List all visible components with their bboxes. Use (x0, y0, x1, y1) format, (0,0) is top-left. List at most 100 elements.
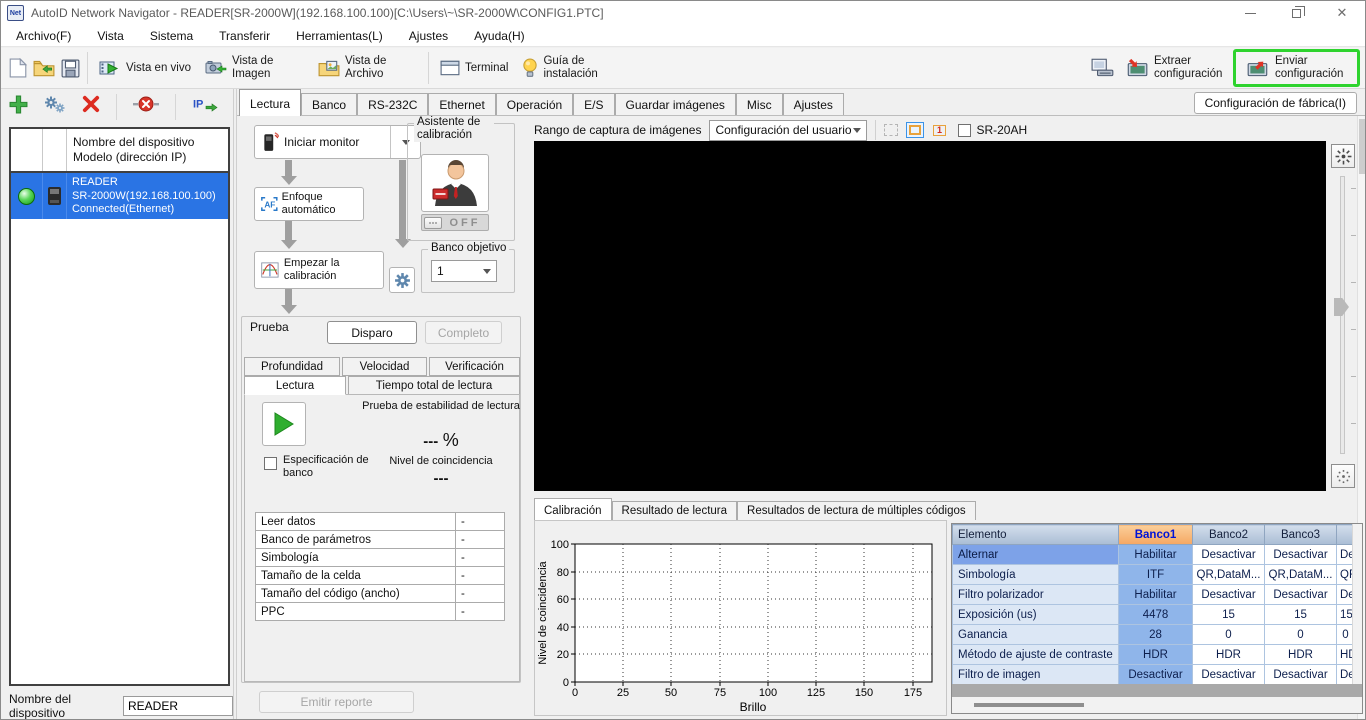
toggle-knob-icon (424, 216, 442, 229)
brightness-max-button[interactable] (1331, 144, 1355, 168)
table-row[interactable]: SimbologíaITFQR,DataM...QR,DataM...QR,Da… (952, 564, 1355, 585)
table-row: Simbología - (255, 548, 505, 567)
menu-vista[interactable]: Vista (84, 27, 136, 45)
open-file-button[interactable] (31, 55, 57, 81)
menu-ayuda[interactable]: Ayuda(H) (461, 27, 537, 45)
extract-config-button[interactable]: Extraer configuración (1118, 53, 1233, 83)
range-none-button[interactable] (882, 122, 900, 138)
image-view-button[interactable]: Vista de Imagen (198, 53, 311, 83)
tab-banco[interactable]: Banco (301, 93, 358, 115)
terminal-button[interactable]: Terminal (433, 57, 515, 79)
table-row: Leer datos - (255, 512, 505, 531)
new-file-button[interactable] (5, 55, 31, 81)
send-config-icon (1247, 61, 1268, 77)
image-view-icon (205, 61, 227, 74)
device-name: READER (72, 176, 118, 188)
install-guide-button[interactable]: Guía de instalación (515, 53, 622, 83)
tab-resultado-lectura[interactable]: Resultado de lectura (611, 501, 738, 520)
scrollbar-thumb[interactable] (974, 703, 1084, 707)
test-tab-lectura[interactable]: Lectura (244, 376, 346, 395)
calibration-assistant-button[interactable] (421, 154, 489, 212)
tab-es[interactable]: E/S (573, 93, 615, 115)
device-settings-button[interactable] (44, 95, 66, 119)
bank-table-vscrollbar[interactable] (1352, 524, 1362, 684)
tab-operacion[interactable]: Operación (495, 93, 574, 115)
restore-button[interactable] (1273, 1, 1319, 25)
device-list: Nombre del dispositivo Modelo (dirección… (9, 127, 230, 686)
svg-text:175: 175 (904, 687, 922, 699)
assistant-toggle[interactable]: OFF (421, 214, 489, 231)
file-view-button[interactable]: Vista de Archivo (311, 53, 424, 83)
test-tab-velocidad[interactable]: Velocidad (342, 357, 427, 376)
device-toolbar: IP (1, 89, 233, 124)
gear-icon (394, 272, 410, 288)
minimize-icon (1244, 12, 1256, 14)
close-button[interactable]: ✕ (1319, 1, 1365, 25)
disconnect-button[interactable] (133, 95, 159, 118)
tab-rs232c[interactable]: RS-232C (357, 93, 429, 115)
save-button[interactable] (57, 55, 83, 81)
target-bank-title: Banco objetivo (428, 242, 510, 255)
numbered-rect-icon: 1 (932, 124, 946, 136)
tab-resultados-multiples[interactable]: Resultados de lectura de múltiples códig… (737, 501, 976, 520)
run-test-button[interactable] (262, 402, 306, 446)
table-row[interactable]: AlternarHabilitarDesactivarDesactivarDes… (952, 544, 1355, 565)
test-title: Prueba (250, 320, 289, 334)
table-row[interactable]: Exposición (us) 4478 15 15 15 (952, 604, 1355, 625)
factory-config-button[interactable]: Configuración de fábrica(I) (1193, 92, 1357, 114)
tab-lectura[interactable]: Lectura (239, 89, 302, 116)
extract-config-icon (1127, 58, 1148, 77)
complete-button[interactable]: Completo (425, 321, 502, 344)
minimize-button[interactable] (1227, 1, 1273, 25)
menu-transferir[interactable]: Transferir (206, 27, 283, 45)
trigger-button[interactable]: Disparo (327, 321, 417, 344)
emit-report-button[interactable]: Emitir reporte (259, 691, 414, 713)
range-numbered-button[interactable]: 1 (930, 122, 948, 138)
sr20ah-checkbox[interactable]: SR-20AH (958, 123, 1027, 137)
tab-guardar-imagenes[interactable]: Guardar imágenes (614, 93, 736, 115)
menu-archivo[interactable]: Archivo(F) (3, 27, 84, 45)
device-row[interactable]: READER SR-2000W(192.168.100.100) Connect… (11, 173, 228, 219)
bright-burst-icon (1335, 148, 1351, 164)
send-config-button[interactable]: Enviar configuración (1239, 53, 1354, 83)
add-device-button[interactable] (9, 95, 28, 119)
menu-herramientas[interactable]: Herramientas(L) (283, 27, 396, 45)
table-row: Tamaño del código (ancho) - (255, 584, 505, 603)
ip-icon: IP (193, 98, 218, 112)
table-row[interactable]: Método de ajuste de contrasteHDRHDRHDRHD… (952, 644, 1355, 665)
tab-ethernet[interactable]: Ethernet (428, 93, 496, 115)
live-view-button[interactable]: Vista en vivo (92, 57, 198, 79)
capture-range-select[interactable]: Configuración del usuario (709, 119, 868, 141)
brightness-min-button[interactable] (1331, 464, 1355, 488)
tab-ajustes[interactable]: Ajustes (782, 93, 844, 115)
brightness-slider-thumb[interactable] (1334, 298, 1349, 316)
match-percent: --- % (423, 430, 459, 450)
test-tab-profundidad[interactable]: Profundidad (244, 357, 340, 376)
tab-misc[interactable]: Misc (735, 93, 783, 115)
start-calibration-button[interactable]: Empezar la calibración (254, 251, 384, 289)
start-monitor-button[interactable]: Iniciar monitor (254, 125, 421, 159)
menu-ajustes[interactable]: Ajustes (396, 27, 461, 45)
table-row[interactable]: Ganancia 28 0 0 0 (952, 624, 1355, 645)
device-model: SR-2000W(192.168.100.100) (72, 189, 216, 202)
report-button[interactable] (1088, 55, 1118, 81)
ip-settings-button[interactable]: IP (192, 95, 218, 119)
tab-calibracion[interactable]: Calibración (534, 498, 612, 520)
table-row[interactable]: Filtro polarizador Habilitar Desactivar Des… (952, 584, 1355, 605)
device-list-header: Nombre del dispositivo Modelo (dirección… (11, 129, 228, 173)
scrollbar-thumb[interactable] (1359, 119, 1365, 174)
device-name-input[interactable] (123, 696, 233, 716)
test-tab-tiempo-total[interactable]: Tiempo total de lectura (348, 376, 520, 395)
delete-device-button[interactable] (82, 95, 100, 118)
target-bank-select[interactable]: 1 (431, 260, 497, 282)
bank-spec-checkbox[interactable]: Especificación de banco (264, 454, 375, 480)
test-tab-verificacion[interactable]: Verificación (429, 357, 520, 376)
calibration-settings-button[interactable] (389, 267, 415, 293)
camera-image-view[interactable] (534, 141, 1326, 491)
autofocus-button[interactable]: AF Enfoque automático (254, 187, 364, 221)
range-rect-button[interactable] (906, 122, 925, 138)
bank-table-filler (952, 684, 1362, 697)
bank-table-hscrollbar[interactable] (952, 697, 1362, 713)
menu-sistema[interactable]: Sistema (137, 27, 206, 45)
table-row[interactable]: Filtro de imagen Desactivar Desactivar Desa… (952, 664, 1355, 685)
